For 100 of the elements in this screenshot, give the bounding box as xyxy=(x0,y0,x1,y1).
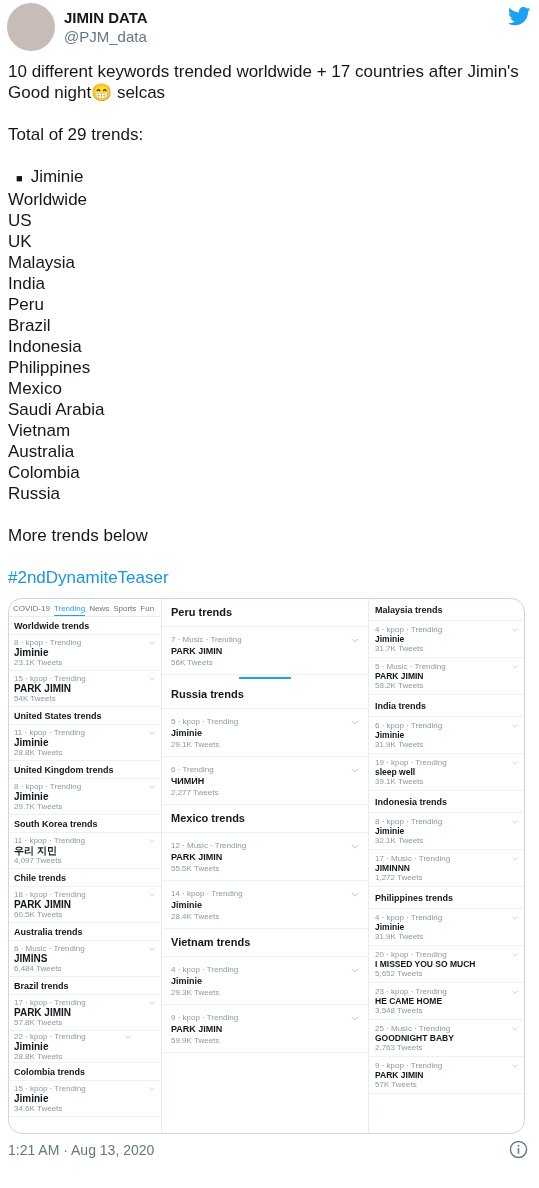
trend-name: I MISSED YOU SO MUCH xyxy=(375,959,476,969)
trend-name: 우리 지민 xyxy=(14,845,58,856)
trend-meta: 8 · kpop · Trending xyxy=(375,817,443,826)
chevron-icon[interactable] xyxy=(125,1035,131,1039)
trend-meta: 20 · kpop · Trending xyxy=(375,950,448,959)
chevron-icon[interactable] xyxy=(149,947,155,951)
trend-name: Jiminie xyxy=(14,1093,50,1104)
tweet-count: 54K Tweets xyxy=(14,694,57,703)
trend-item[interactable]: 17 · Music · Trending JIMINNN 1,272 Tweets xyxy=(369,850,524,887)
chevron-icon[interactable] xyxy=(351,844,359,849)
trend-name: PARK JIMIN xyxy=(171,1023,224,1035)
trend-meta: 19 · kpop · Trending xyxy=(375,758,447,767)
trend-item[interactable]: 7 · Music · Trending PARK JIMIN 56K Tweets xyxy=(162,627,368,675)
chevron-icon[interactable] xyxy=(512,724,518,728)
tweet-count: 2,277 Tweets xyxy=(171,787,219,798)
tab[interactable]: Fun xyxy=(140,602,155,616)
chevron-icon[interactable] xyxy=(351,768,359,773)
chevron-icon[interactable] xyxy=(149,893,155,897)
trend-item[interactable]: 23 · kpop · Trending HE CAME HOME 3,548 Tweets xyxy=(369,983,524,1020)
trend-meta: 11 · kpop · Trending xyxy=(14,728,85,737)
tweet-count: 29.1K Tweets xyxy=(171,739,221,750)
trend-name: Jiminie xyxy=(14,1041,50,1052)
trend-meta: 6 · Music · Trending xyxy=(14,944,85,953)
tweet-text: 10 different keywords trended worldwide + 17 countries after Jimin's Good night😁 selcas xyxy=(8,61,520,103)
trend-item[interactable]: 5 · kpop · Trending Jiminie 29.1K Tweets xyxy=(162,709,368,757)
chevron-icon[interactable] xyxy=(149,677,155,681)
trend-item[interactable]: 6 · Music · Trending JIMINS 6,484 Tweets xyxy=(9,941,161,977)
chevron-icon[interactable] xyxy=(149,785,155,789)
chevron-icon[interactable] xyxy=(512,990,518,994)
trend-meta: 4 · kpop · Trending xyxy=(171,964,239,975)
trend-item[interactable]: 15 · kpop · Trending PARK JIMIN 54K Tweets xyxy=(9,671,161,707)
tweet-count: 39.1K Tweets xyxy=(375,777,425,786)
trend-item[interactable]: 11 · kpop · Trending Jiminie 28.8K Tweets xyxy=(9,725,161,761)
section-heading: India trends xyxy=(369,695,524,717)
keyword-text: Jiminie xyxy=(30,166,84,187)
trend-item[interactable]: 25 · Music · Trending GOODNIGHT BABY 2,763 Tweets xyxy=(369,1020,524,1057)
tweet-count: 32.1K Tweets xyxy=(375,836,425,845)
location-text: Philippines xyxy=(8,357,92,378)
chevron-icon[interactable] xyxy=(149,641,155,645)
chevron-icon[interactable] xyxy=(512,665,518,669)
author-handle[interactable]: @PJM_data xyxy=(64,27,499,46)
trend-item[interactable]: 19 · kpop · Trending sleep well 39.1K Tweets xyxy=(369,754,524,791)
info-icon[interactable] xyxy=(509,1140,528,1159)
tweet-text: Total of 29 trends: xyxy=(8,124,145,145)
trend-name: PARK JIMIN xyxy=(375,671,425,681)
location-text: Mexico xyxy=(8,378,63,399)
trend-item[interactable]: 17 · kpop · Trending PARK JIMIN 57.8K Tweets xyxy=(9,995,161,1031)
timestamp[interactable]: 1:21 AM · Aug 13, 2020 xyxy=(8,1141,155,1158)
trend-meta: 9 · kpop · Trending xyxy=(375,1061,443,1070)
tweet-count: 5,652 Tweets xyxy=(375,969,424,978)
trend-item[interactable]: 8 · kpop · Trending Jiminie 23.1K Tweets xyxy=(9,635,161,671)
chevron-icon[interactable] xyxy=(512,628,518,632)
tweet-count: 4,097 Tweets xyxy=(14,856,63,865)
trend-meta: 5 · kpop · Trending xyxy=(171,716,239,727)
tab[interactable]: News xyxy=(89,602,110,616)
author-name[interactable]: JIMIN DATA xyxy=(64,8,499,27)
trend-meta: 17 · Music · Trending xyxy=(375,854,451,863)
screenshot-collage[interactable] xyxy=(8,598,525,1134)
trend-item[interactable]: 11 · kpop · Trending 우리 지민 4,097 Tweets xyxy=(9,833,161,869)
trend-item[interactable]: 15 · kpop · Trending Jiminie 34.6K Tweets xyxy=(9,1081,161,1117)
chevron-icon[interactable] xyxy=(149,1001,155,1005)
chevron-icon[interactable] xyxy=(351,892,359,897)
chevron-icon[interactable] xyxy=(351,968,359,973)
trend-name: JIMINS xyxy=(14,953,49,964)
trend-meta: 5 · Music · Trending xyxy=(375,662,446,671)
trend-item[interactable]: 4 · kpop · Trending Jiminie 31.9K Tweets xyxy=(369,909,524,946)
trend-item[interactable]: 6 · Trending ЧИМИН 2,277 Tweets xyxy=(162,757,368,805)
chevron-icon[interactable] xyxy=(351,1016,359,1021)
trend-item[interactable]: 12 · Music · Trending PARK JIMIN 55.5K Tweets xyxy=(162,833,368,881)
chevron-icon[interactable] xyxy=(149,839,155,843)
trend-item[interactable]: 8 · kpop · Trending Jiminie 29.7K Tweets xyxy=(9,779,161,815)
trend-item[interactable]: 8 · kpop · Trending Jiminie 32.1K Tweets xyxy=(369,813,524,850)
avatar[interactable] xyxy=(7,3,55,51)
chevron-icon[interactable] xyxy=(149,1087,155,1091)
location-text: Indonesia xyxy=(8,336,83,357)
chevron-icon[interactable] xyxy=(512,953,518,957)
tab[interactable]: COVID-19 xyxy=(13,602,50,616)
trend-item[interactable]: 14 · kpop · Trending Jiminie 28.4K Tweets xyxy=(162,881,368,929)
chevron-icon[interactable] xyxy=(512,857,518,861)
chevron-icon[interactable] xyxy=(512,1027,518,1031)
trend-item[interactable]: 6 · kpop · Trending Jiminie 31.9K Tweets xyxy=(369,717,524,754)
chevron-icon[interactable] xyxy=(512,1064,518,1068)
chevron-icon[interactable] xyxy=(512,820,518,824)
chevron-icon[interactable] xyxy=(351,638,359,643)
trend-item[interactable]: 5 · Music · Trending PARK JIMIN 58.2K Tweets xyxy=(369,658,524,695)
trend-item[interactable]: 18 · kpop · Trending PARK JIMIN 60.5K Tweets xyxy=(9,887,161,923)
chevron-icon[interactable] xyxy=(149,731,155,735)
trend-item[interactable]: 9 · kpop · Trending PARK JIMIN 59.9K Tweets xyxy=(162,1005,368,1053)
trend-item[interactable]: 4 · kpop · Trending Jiminie 29.3K Tweets xyxy=(162,957,368,1005)
trend-item[interactable]: 9 · kpop · Trending PARK JIMIN 57K Tweets xyxy=(369,1057,524,1094)
chevron-icon[interactable] xyxy=(512,761,518,765)
trend-item[interactable]: 20 · kpop · Trending I MISSED YOU SO MUCH 5,652 Tweets xyxy=(369,946,524,983)
tab[interactable]: Sports xyxy=(113,602,137,616)
trend-name: Jiminie xyxy=(171,899,203,911)
bullet-mark: ■ xyxy=(16,171,23,186)
trend-item[interactable]: 4 · kpop · Trending Jiminie 31.7K Tweets xyxy=(369,621,524,658)
section-heading: Russia trends xyxy=(162,681,368,709)
chevron-icon[interactable] xyxy=(512,916,518,920)
trend-item[interactable]: 22 · kpop · Trending Jiminie 28.8K Tweets xyxy=(9,1031,161,1063)
chevron-icon[interactable] xyxy=(351,720,359,725)
